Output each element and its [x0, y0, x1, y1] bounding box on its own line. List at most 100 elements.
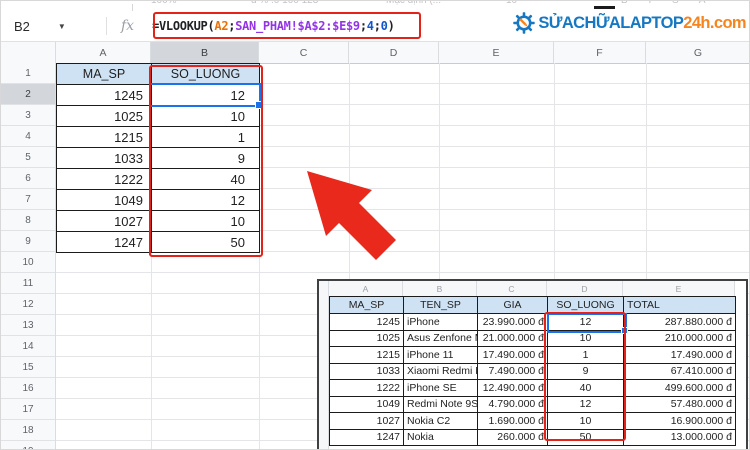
cell-ma-sp[interactable]: 1247: [57, 232, 152, 253]
cell-ma-sp[interactable]: 1027: [57, 211, 152, 232]
inset-table-row: 1245 iPhone 23.990.000 đ 12 287.880.000 đ: [330, 314, 736, 331]
cell-ma-sp[interactable]: 1025: [57, 106, 152, 127]
row-header-4[interactable]: 4: [1, 126, 55, 147]
row-header-3[interactable]: 3: [1, 105, 55, 126]
cell-so-luong[interactable]: 10: [152, 211, 260, 232]
toolbar-style-dropdown: Mặc định (...: [386, 1, 441, 6]
column-headers: ABCDEFG: [56, 42, 749, 63]
inset-cell: 1.690.000 đ: [478, 413, 548, 430]
column-header-E[interactable]: E: [439, 42, 554, 63]
cell-so-luong[interactable]: 10: [152, 106, 260, 127]
row-header-15[interactable]: 15: [1, 357, 55, 378]
gear-pencil-icon: [513, 12, 536, 34]
formula-token: ): [387, 19, 395, 33]
inset-cell: 1222: [330, 380, 404, 397]
column-header-B[interactable]: B: [151, 42, 259, 63]
formula-token: =VLOOKUP(: [152, 19, 215, 33]
inset-table-row: 1247 Nokia 260.000 đ 50 13.000.000 đ: [330, 429, 736, 446]
inset-table-row: 1027 Nokia C2 1.690.000 đ 10 16.900.000 đ: [330, 413, 736, 430]
inset-cell: 260.000 đ: [478, 429, 548, 446]
inset-table-row: 1222 iPhone SE 12.490.000 đ 40 499.600.000 đ: [330, 380, 736, 397]
inset-column-letter-B: B: [403, 281, 477, 296]
fx-icon: fx: [121, 18, 135, 34]
cell-so-luong[interactable]: 12: [152, 85, 260, 106]
inset-header-cell: GIA: [478, 297, 548, 314]
chevron-down-icon[interactable]: ▼: [58, 22, 66, 31]
column-header-F[interactable]: F: [554, 42, 646, 63]
inset-cell: Redmi Note 9S: [404, 396, 478, 413]
row-header-19[interactable]: 19: [1, 441, 55, 450]
inset-cell: Nokia C2: [404, 413, 478, 430]
logo-text-orange: 24h.com: [683, 13, 746, 32]
cell-ma-sp[interactable]: 1245: [57, 85, 152, 106]
cell-so-luong[interactable]: 1: [152, 127, 260, 148]
row-header-9[interactable]: 9: [1, 231, 55, 252]
inset-cell: 12: [548, 314, 624, 331]
cell-ma-sp[interactable]: 1049: [57, 190, 152, 211]
inset-cell: 13.000.000 đ: [624, 429, 736, 446]
inset-cell: 67.410.000 đ: [624, 363, 736, 380]
toolbar-remnant: 100% đ % .0 100 123 Mặc định (... 10 B I…: [1, 1, 749, 11]
spreadsheet-app: 100% đ % .0 100 123 Mặc định (... 10 B I…: [0, 0, 750, 450]
inset-cell: 12: [548, 396, 624, 413]
row-header-18[interactable]: 18: [1, 420, 55, 441]
inset-cell: 7.490.000 đ: [478, 363, 548, 380]
inset-table-row: 1049 Redmi Note 9S 4.790.000 đ 12 57.480.000…: [330, 396, 736, 413]
row-header-7[interactable]: 7: [1, 189, 55, 210]
inset-header-row: MA_SP TEN_SP GIA SO_LUONG TOTAL: [330, 297, 736, 314]
header-cell[interactable]: MA_SP: [57, 64, 152, 85]
cell-so-luong[interactable]: 12: [152, 190, 260, 211]
inset-row-strip: [319, 281, 329, 449]
toolbar-divider: [132, 4, 133, 11]
cell-so-luong[interactable]: 50: [152, 232, 260, 253]
row-header-12[interactable]: 12: [1, 294, 55, 315]
inset-cell: 1: [548, 347, 624, 364]
inset-cell: 1049: [330, 396, 404, 413]
row-header-8[interactable]: 8: [1, 210, 55, 231]
inset-cell: 1245: [330, 314, 404, 331]
cell-ma-sp[interactable]: 1033: [57, 148, 152, 169]
row-header-11[interactable]: 11: [1, 273, 55, 294]
select-all-corner[interactable]: [1, 42, 56, 63]
inset-column-letter-A: A: [329, 281, 403, 296]
row-number-strip: 12345678910111213141516171819: [1, 63, 56, 450]
inset-cell: 40: [548, 380, 624, 397]
inset-cell: 4.790.000 đ: [478, 396, 548, 413]
name-box[interactable]: B2 ▼: [1, 19, 106, 34]
row-header-16[interactable]: 16: [1, 378, 55, 399]
cell-so-luong[interactable]: 40: [152, 169, 260, 190]
toolbar-zoom-fragment: 100%: [151, 1, 177, 6]
formula-input[interactable]: =VLOOKUP(A2;SAN_PHAM!$A$2:$E$9;4;0): [152, 19, 395, 33]
row-header-2[interactable]: 2: [1, 84, 55, 105]
inset-column-letter-E: E: [623, 281, 735, 296]
inset-cell: 57.480.000 đ: [624, 396, 736, 413]
cell-reference: B2: [14, 18, 30, 34]
formula-token: SAN_PHAM!$A$2:$E$9: [235, 19, 360, 33]
column-header-C[interactable]: C: [259, 42, 349, 63]
inset-header-cell: SO_LUONG: [548, 297, 624, 314]
inset-cell: 1247: [330, 429, 404, 446]
column-header-G[interactable]: G: [646, 42, 749, 63]
header-cell[interactable]: SO_LUONG: [152, 64, 260, 85]
inset-column-letter-C: C: [477, 281, 547, 296]
column-header-D[interactable]: D: [349, 42, 439, 63]
inset-cell: 23.990.000 đ: [478, 314, 548, 331]
cell-so-luong[interactable]: 9: [152, 148, 260, 169]
row-header-17[interactable]: 17: [1, 399, 55, 420]
row-header-5[interactable]: 5: [1, 147, 55, 168]
text-color-underline: [594, 6, 615, 9]
row-header-13[interactable]: 13: [1, 315, 55, 336]
formula-token: 0: [380, 19, 388, 33]
inset-cell: 10: [548, 330, 624, 347]
row-header-1[interactable]: 1: [1, 63, 55, 84]
row-header-10[interactable]: 10: [1, 252, 55, 273]
row-header-14[interactable]: 14: [1, 336, 55, 357]
site-logo: SỬACHỮALAPTOP24h.com: [513, 12, 747, 34]
cell-ma-sp[interactable]: 1222: [57, 169, 152, 190]
column-header-A[interactable]: A: [56, 42, 151, 63]
formula-token: 4: [366, 19, 374, 33]
inset-cell: 210.000.000 đ: [624, 330, 736, 347]
inset-column-letters: ABCDE: [329, 281, 735, 297]
cell-ma-sp[interactable]: 1215: [57, 127, 152, 148]
row-header-6[interactable]: 6: [1, 168, 55, 189]
